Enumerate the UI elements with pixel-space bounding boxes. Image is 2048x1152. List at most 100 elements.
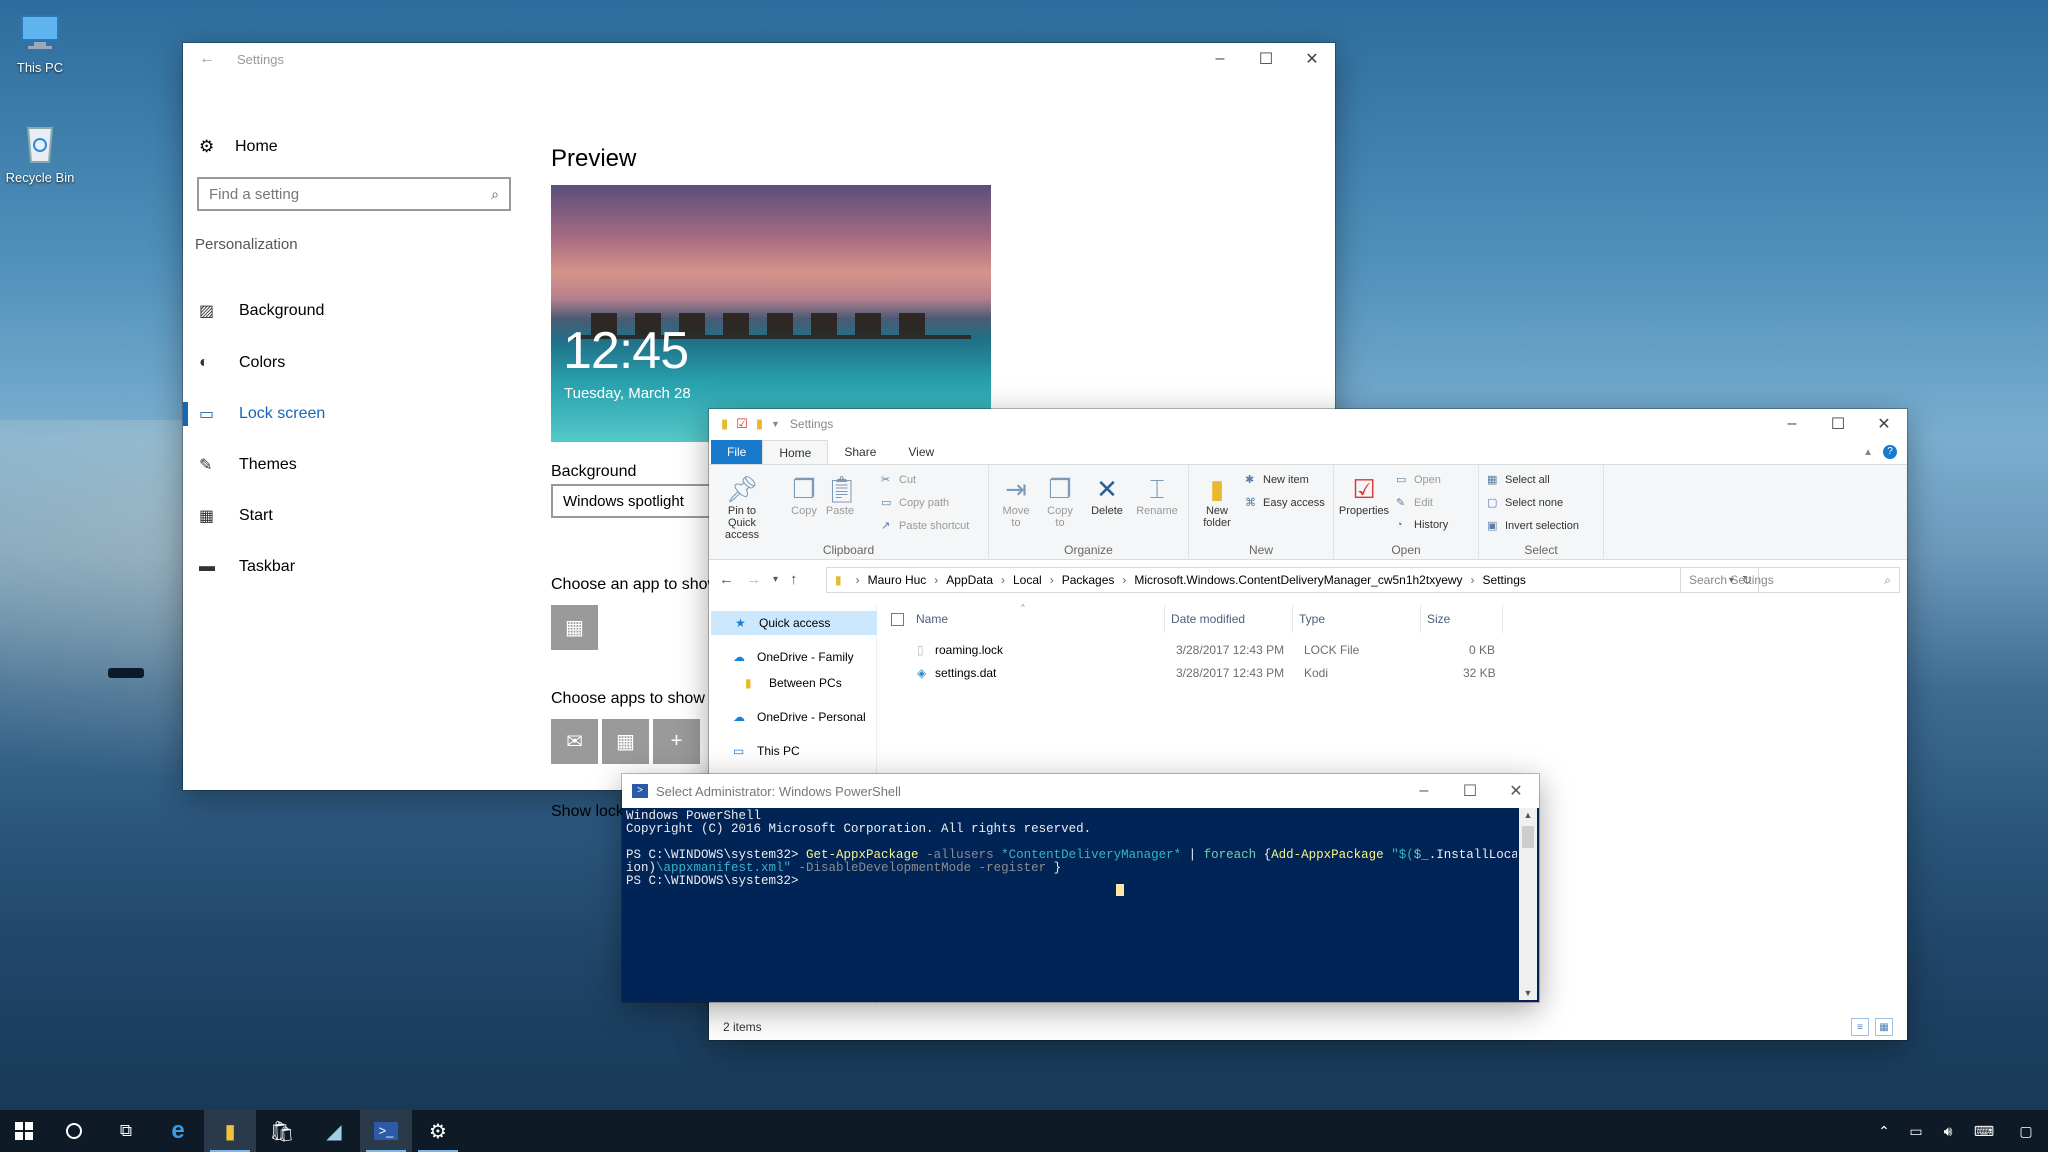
- desktop-icon-this-pc[interactable]: This PC: [0, 8, 80, 75]
- tab-view[interactable]: View: [892, 440, 950, 464]
- properties-icon[interactable]: ☑: [736, 416, 748, 432]
- edge-button[interactable]: e: [152, 1110, 204, 1152]
- pinned-app-button[interactable]: ◢: [308, 1110, 360, 1152]
- back-arrow-icon[interactable]: ←: [719, 571, 734, 588]
- settings-titlebar[interactable]: ← Settings – ☐ ✕: [183, 43, 1335, 75]
- nav-between-pcs[interactable]: ▮ Between PCs: [709, 671, 875, 695]
- edit-button[interactable]: ✎ Edit: [1396, 496, 1433, 510]
- keyboard-icon[interactable]: ⌨: [1964, 1123, 2004, 1140]
- cortana-button[interactable]: [48, 1110, 100, 1152]
- folder-icon[interactable]: ▮: [721, 416, 728, 432]
- new-folder-button[interactable]: ▮ New folder: [1197, 473, 1237, 529]
- forward-arrow-icon[interactable]: →: [746, 571, 761, 588]
- large-icons-view-icon[interactable]: ▦: [1875, 1018, 1893, 1036]
- nav-this-pc[interactable]: ▭ This PC: [709, 739, 875, 763]
- properties-button[interactable]: ☑ Properties: [1338, 473, 1390, 517]
- help-icon[interactable]: ?: [1883, 445, 1897, 459]
- tab-share[interactable]: Share: [828, 440, 892, 464]
- nav-item-colors[interactable]: ◐ Colors: [183, 343, 523, 383]
- maximize-button[interactable]: ☐: [1815, 408, 1861, 440]
- network-icon[interactable]: ▭: [1900, 1123, 1932, 1140]
- delete-button[interactable]: ✕ Delete: [1087, 473, 1127, 517]
- detail-app-button[interactable]: ▦: [551, 605, 598, 650]
- open-button[interactable]: ▭ Open: [1396, 473, 1441, 487]
- nav-onedrive-family[interactable]: ☁ OneDrive - Family: [709, 645, 875, 669]
- scrollbar-thumb[interactable]: [1522, 826, 1534, 848]
- quick-app-calendar-button[interactable]: ▦: [602, 719, 649, 764]
- chevron-up-icon[interactable]: ▲: [1863, 447, 1873, 458]
- back-arrow-icon[interactable]: ←: [199, 50, 215, 68]
- maximize-button[interactable]: ☐: [1447, 775, 1493, 807]
- start-button[interactable]: [0, 1110, 48, 1152]
- console-output[interactable]: Windows PowerShell Copyright (C) 2016 Mi…: [624, 808, 1517, 1000]
- column-header-date[interactable]: Date modified: [1165, 605, 1293, 633]
- breadcrumb-item[interactable]: Mauro Huc: [868, 573, 927, 587]
- move-to-button[interactable]: ⇥ Move to: [999, 473, 1033, 529]
- rename-button[interactable]: ⌶ Rename: [1135, 473, 1179, 517]
- breadcrumb-item[interactable]: Microsoft.Windows.ContentDeliveryManager…: [1134, 573, 1462, 587]
- desktop-icon-recycle-bin[interactable]: Recycle Bin: [0, 118, 80, 185]
- easy-access-button[interactable]: ⌘ Easy access: [1245, 496, 1325, 510]
- quick-app-mail-button[interactable]: ✉: [551, 719, 598, 764]
- close-button[interactable]: ✕: [1289, 43, 1335, 75]
- details-view-icon[interactable]: ≡: [1851, 1018, 1869, 1036]
- select-all-button[interactable]: ▦ Select all: [1487, 473, 1550, 487]
- breadcrumb-item[interactable]: Settings: [1483, 573, 1526, 587]
- nav-quick-access[interactable]: ★ Quick access: [711, 611, 877, 635]
- breadcrumb-item[interactable]: AppData: [946, 573, 993, 587]
- quick-app-add-button[interactable]: +: [653, 719, 700, 764]
- copy-to-button[interactable]: ❐ Copy to: [1043, 473, 1077, 529]
- select-all-checkbox[interactable]: [891, 612, 904, 626]
- pin-quick-access-button[interactable]: 📌︎ Pin to Quick access: [715, 473, 769, 541]
- nav-item-lock-screen[interactable]: ▭ Lock screen: [183, 394, 523, 434]
- up-arrow-icon[interactable]: ↑: [790, 571, 798, 588]
- tab-file[interactable]: File: [711, 440, 763, 464]
- scroll-up-icon[interactable]: ▲: [1519, 810, 1537, 820]
- nav-item-background[interactable]: ▨ Background: [183, 291, 523, 331]
- maximize-button[interactable]: ☐: [1243, 43, 1289, 75]
- minimize-button[interactable]: –: [1769, 408, 1815, 440]
- cut-button[interactable]: ✂ Cut: [881, 473, 916, 487]
- tab-home[interactable]: Home: [762, 440, 829, 464]
- address-bar[interactable]: ▮ › Mauro Huc › AppData › Local › Packag…: [826, 567, 1759, 593]
- breadcrumb-item[interactable]: Local: [1013, 573, 1042, 587]
- close-button[interactable]: ✕: [1493, 775, 1539, 807]
- copy-path-button[interactable]: ▭ Copy path: [881, 496, 949, 510]
- file-explorer-taskbar-button[interactable]: ▮: [204, 1110, 256, 1152]
- background-dropdown[interactable]: Windows spotlight: [551, 484, 711, 518]
- minimize-button[interactable]: –: [1197, 43, 1243, 75]
- nav-onedrive-personal[interactable]: ☁ OneDrive - Personal: [709, 705, 875, 729]
- file-row[interactable]: ▯ roaming.lock 3/28/2017 12:43 PM LOCK F…: [885, 639, 1505, 661]
- powershell-taskbar-button[interactable]: >_: [360, 1110, 412, 1152]
- paste-shortcut-button[interactable]: ↗ Paste shortcut: [881, 519, 969, 533]
- close-button[interactable]: ✕: [1861, 408, 1907, 440]
- nav-item-taskbar[interactable]: ▬ Taskbar: [183, 547, 523, 587]
- notification-icon[interactable]: ▢: [2004, 1123, 2048, 1140]
- column-header-type[interactable]: Type: [1293, 605, 1421, 633]
- scroll-down-icon[interactable]: ▼: [1519, 988, 1537, 998]
- column-header-size[interactable]: Size: [1421, 605, 1503, 633]
- copy-button[interactable]: ❐ Copy: [789, 473, 819, 517]
- breadcrumb-item[interactable]: Packages: [1062, 573, 1115, 587]
- powershell-titlebar[interactable]: > Select Administrator: Windows PowerShe…: [622, 774, 1539, 808]
- new-item-button[interactable]: ✱ New item: [1245, 473, 1309, 487]
- nav-item-themes[interactable]: ✎ Themes: [183, 445, 523, 485]
- column-header-name[interactable]: Name ^: [885, 603, 1165, 633]
- settings-taskbar-button[interactable]: ⚙: [412, 1110, 464, 1152]
- chevron-up-icon[interactable]: ⌃: [1868, 1123, 1900, 1140]
- console-scrollbar[interactable]: ▲ ▼: [1519, 808, 1537, 1000]
- nav-item-start[interactable]: ▦ Start: [183, 496, 523, 536]
- file-row[interactable]: ◈ settings.dat 3/28/2017 12:43 PM Kodi 3…: [885, 662, 1505, 684]
- minimize-button[interactable]: –: [1401, 775, 1447, 807]
- history-button[interactable]: ◔ History: [1396, 519, 1448, 531]
- volume-icon[interactable]: 🔊︎: [1932, 1123, 1964, 1140]
- task-view-button[interactable]: ⧉: [100, 1110, 152, 1152]
- chevron-down-icon[interactable]: ▼: [771, 419, 780, 429]
- find-setting-input[interactable]: Find a setting ⌕: [197, 177, 511, 211]
- settings-home-link[interactable]: ⚙ Home: [199, 137, 278, 157]
- search-settings-input[interactable]: Search Settings ⌕: [1680, 567, 1900, 593]
- explorer-titlebar[interactable]: ▮ ☑ ▮ ▼ Settings – ☐ ✕: [709, 409, 1907, 439]
- invert-selection-button[interactable]: ▣ Invert selection: [1487, 519, 1579, 533]
- select-none-button[interactable]: ▢ Select none: [1487, 496, 1563, 510]
- recent-chevron-icon[interactable]: ▾: [773, 574, 778, 588]
